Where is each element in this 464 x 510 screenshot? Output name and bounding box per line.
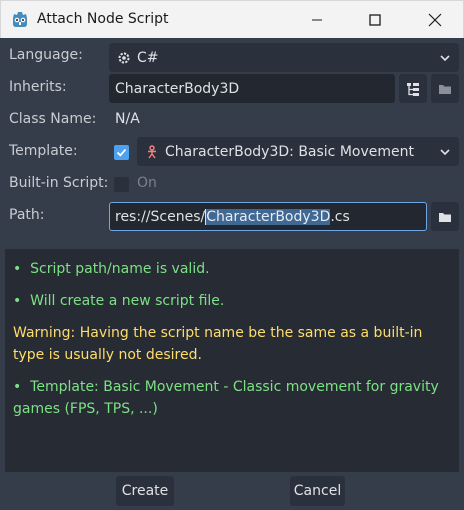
path-selection: CharacterBody3D [205, 208, 331, 225]
path-suffix: .cs [330, 208, 350, 225]
close-icon [428, 13, 442, 27]
inherits-input[interactable]: CharacterBody3D [109, 74, 395, 103]
create-button[interactable]: Create [116, 476, 174, 506]
builtin-checkbox [114, 177, 129, 192]
folder-icon [439, 84, 451, 94]
path-label: Path: [9, 207, 45, 223]
chevron-down-icon [440, 149, 450, 156]
message-warning: Warning: Having the script name be the s… [13, 325, 423, 363]
window-title: Attach Node Script [37, 11, 169, 27]
template-label: Template: [9, 143, 78, 159]
language-value: C# [137, 49, 159, 66]
message-template: • Template: Basic Movement - Classic mov… [13, 379, 439, 417]
class-tree-button[interactable] [399, 74, 427, 103]
cancel-button[interactable]: Cancel [290, 476, 345, 506]
folder-icon [439, 212, 451, 222]
builtin-label: Built-in Script: [9, 175, 109, 191]
classname-label: Class Name: [9, 111, 97, 127]
maximize-button[interactable] [346, 1, 404, 39]
classname-value: N/A [115, 111, 140, 127]
close-button[interactable] [406, 1, 464, 39]
inherits-label: Inherits: [9, 79, 67, 95]
class-tree-icon [407, 82, 419, 96]
path-prefix: res://Scenes/ [115, 208, 206, 225]
inherits-value: CharacterBody3D [115, 80, 240, 97]
minimize-button[interactable] [288, 1, 346, 39]
message-new-file: • Will create a new script file. [13, 293, 225, 309]
path-input[interactable]: res://Scenes/CharacterBody3D .cs [109, 202, 427, 231]
inherits-browse-button[interactable] [431, 74, 459, 103]
builtin-toggle-label: On [137, 175, 157, 191]
path-browse-button[interactable] [431, 202, 459, 231]
message-path-valid: • Script path/name is valid. [13, 261, 210, 277]
language-label: Language: [9, 47, 83, 63]
characterbody3d-icon [148, 144, 156, 158]
checkmark-icon [116, 148, 127, 157]
template-value: CharacterBody3D: Basic Movement [165, 143, 414, 160]
minimize-icon [312, 19, 322, 21]
template-dropdown[interactable]: CharacterBody3D: Basic Movement [137, 137, 459, 166]
maximize-icon [369, 14, 381, 26]
dialog-body: Language: C# Inherits: CharacterBody3D C… [0, 38, 464, 510]
chevron-down-icon [440, 55, 450, 62]
template-checkbox[interactable] [114, 145, 129, 160]
csharp-icon [118, 52, 130, 63]
title-bar: Attach Node Script [0, 0, 464, 38]
godot-logo-icon [13, 12, 27, 27]
language-dropdown[interactable]: C# [109, 43, 459, 72]
validation-panel: • Script path/name is valid. • Will crea… [5, 249, 459, 472]
